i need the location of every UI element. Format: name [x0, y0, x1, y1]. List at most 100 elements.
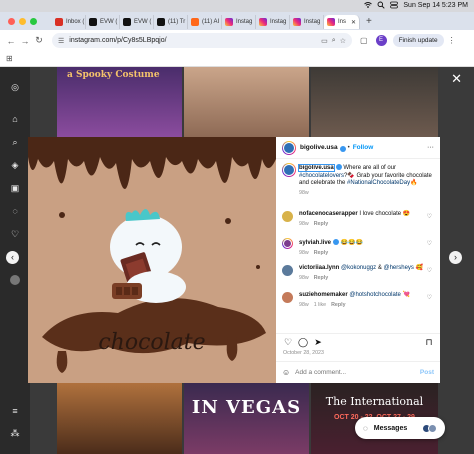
hashtag-link[interactable]: #NationalChocolateDay: [347, 180, 410, 186]
also-from-meta-icon[interactable]: ⁂: [10, 428, 20, 438]
search-icon[interactable]: [377, 1, 386, 9]
bookmark-star-icon[interactable]: ☆: [340, 37, 346, 45]
like-heart-icon[interactable]: ♡: [283, 337, 293, 347]
author-username[interactable]: bigolive.usa: [300, 144, 338, 151]
costume-text: a Spooky Costume: [67, 70, 160, 80]
control-center-icon[interactable]: [390, 1, 399, 9]
finish-update-button[interactable]: Finish update: [392, 34, 444, 47]
save-bookmark-icon[interactable]: ⊓: [424, 337, 434, 347]
comment-likes[interactable]: 1 like: [314, 302, 326, 308]
background-post-person[interactable]: [57, 383, 182, 454]
comment-input[interactable]: [295, 369, 406, 376]
share-icon[interactable]: ➤: [313, 337, 323, 347]
background-post-selfie[interactable]: [184, 67, 309, 137]
forward-arrow-icon[interactable]: →: [18, 36, 32, 46]
address-bar[interactable]: ☰ instagram.com/p/Cy8s5LBpqjo/ ▭ ⌕ ☆: [52, 33, 352, 48]
new-tab-button[interactable]: +: [366, 16, 372, 27]
explore-icon[interactable]: ◈: [10, 160, 20, 170]
apps-grid-icon[interactable]: ⊞: [6, 54, 13, 63]
cast-icon[interactable]: ▭: [321, 37, 328, 45]
close-tab-icon[interactable]: ✕: [351, 19, 356, 26]
instagram-icon: [225, 18, 233, 26]
zoom-icon[interactable]: ⌕: [332, 37, 336, 45]
profile-avatar[interactable]: E: [375, 35, 387, 46]
like-comment-heart-icon[interactable]: ♡: [427, 213, 432, 220]
mention-link[interactable]: @hersheys: [384, 265, 414, 271]
post-comment-button[interactable]: Post: [420, 369, 434, 376]
background-post-man[interactable]: [311, 67, 438, 137]
background-post-costume[interactable]: a Spooky Costume: [57, 67, 182, 137]
url-text: instagram.com/p/Cy8s5LBpqjo/: [69, 37, 167, 44]
reload-icon[interactable]: ↻: [32, 35, 46, 46]
browser-tab[interactable]: Instag: [222, 15, 256, 29]
wifi-icon[interactable]: [364, 1, 373, 9]
reply-button[interactable]: Reply: [314, 250, 328, 256]
author-avatar[interactable]: [282, 140, 296, 155]
commenter-username[interactable]: victoriiaa.lynn: [299, 265, 339, 271]
commenter-avatar[interactable]: [282, 265, 293, 276]
commenter-username[interactable]: sylviah.live: [299, 240, 331, 246]
profile-avatar[interactable]: [10, 275, 20, 285]
site-info-icon[interactable]: ☰: [58, 37, 64, 45]
browser-menu-icon[interactable]: ⋮: [448, 36, 456, 45]
back-arrow-icon[interactable]: ←: [4, 36, 18, 46]
extensions-icon[interactable]: ▢: [360, 36, 368, 45]
browser-tab[interactable]: (11) AI: [188, 15, 222, 29]
mention-link[interactable]: @kokonuggz: [341, 265, 376, 271]
commenter-avatar[interactable]: [282, 238, 293, 249]
like-comment-heart-icon[interactable]: ♡: [427, 267, 432, 274]
reels-icon[interactable]: ▣: [10, 183, 20, 193]
browser-tab[interactable]: Instag: [290, 15, 324, 29]
browser-tab[interactable]: EVW (: [120, 15, 154, 29]
menu-bar-clock[interactable]: Sun Sep 14 5:23 PM: [403, 2, 468, 9]
like-comment-heart-icon[interactable]: ♡: [427, 294, 432, 301]
mention-link[interactable]: @hotshotchocolate: [349, 292, 400, 298]
caption-time: 98w: [299, 189, 309, 196]
instagram-logo-icon[interactable]: ◎: [10, 82, 20, 92]
more-options-icon[interactable]: ···: [427, 144, 434, 151]
reply-button[interactable]: Reply: [314, 275, 328, 281]
more-menu-icon[interactable]: ≡: [10, 406, 20, 416]
comment-time: 98w: [299, 249, 309, 256]
search-icon[interactable]: ⌕: [10, 137, 20, 147]
messages-button[interactable]: ◌ Messages: [355, 417, 445, 439]
browser-tab[interactable]: (11) Tr: [154, 15, 188, 29]
vegas-text: IN VEGAS: [191, 397, 302, 418]
reply-button[interactable]: Reply: [331, 302, 345, 308]
previous-post-arrow[interactable]: ‹: [6, 251, 19, 264]
commenter-username[interactable]: nofacenocaserapper: [299, 211, 358, 217]
browser-toolbar: ← → ↻ ☰ instagram.com/p/Cy8s5LBpqjo/ ▭ ⌕…: [0, 30, 474, 51]
home-icon[interactable]: ⌂: [10, 114, 20, 124]
verified-badge-icon: [335, 164, 342, 170]
follow-button[interactable]: Follow: [353, 144, 374, 151]
instagram-icon: [327, 18, 335, 26]
like-comment-heart-icon[interactable]: ♡: [427, 240, 432, 247]
close-icon[interactable]: ✕: [451, 71, 462, 87]
instagram-icon: [259, 18, 267, 26]
comment-icon[interactable]: ◯: [298, 337, 308, 347]
instagram-page: a Spooky Costume IN VEGAS The Internatio…: [0, 67, 474, 454]
browser-tab-active[interactable]: Ins ✕: [324, 15, 360, 29]
browser-tab[interactable]: Inbox (: [52, 15, 86, 29]
notifications-heart-icon[interactable]: ♡: [10, 229, 20, 239]
author-avatar[interactable]: [282, 163, 296, 177]
reply-button[interactable]: Reply: [314, 221, 328, 227]
commenter-avatar[interactable]: [282, 292, 293, 303]
browser-tab[interactable]: Instag: [256, 15, 290, 29]
post-image[interactable]: chocolate: [28, 137, 276, 383]
minimize-window-button[interactable]: [19, 17, 26, 25]
messenger-icon[interactable]: ◌: [10, 206, 20, 216]
post-date: October 28, 2023: [283, 350, 324, 356]
next-post-arrow[interactable]: ›: [449, 251, 462, 264]
zoom-window-button[interactable]: [30, 17, 37, 25]
background-post-vegas[interactable]: IN VEGAS: [184, 383, 309, 454]
commenter-avatar[interactable]: [282, 211, 293, 222]
caption-author[interactable]: bigolive.usa: [298, 164, 335, 172]
emoji-icon[interactable]: ☺: [282, 368, 290, 377]
browser-tab[interactable]: EVW (: [86, 15, 120, 29]
hashtag-link[interactable]: #chocolatelovers: [299, 173, 344, 179]
close-window-button[interactable]: [8, 17, 15, 25]
gmail-icon: [55, 18, 63, 26]
comment-time: 98w: [299, 220, 309, 227]
commenter-username[interactable]: suziehomemaker: [299, 292, 348, 298]
